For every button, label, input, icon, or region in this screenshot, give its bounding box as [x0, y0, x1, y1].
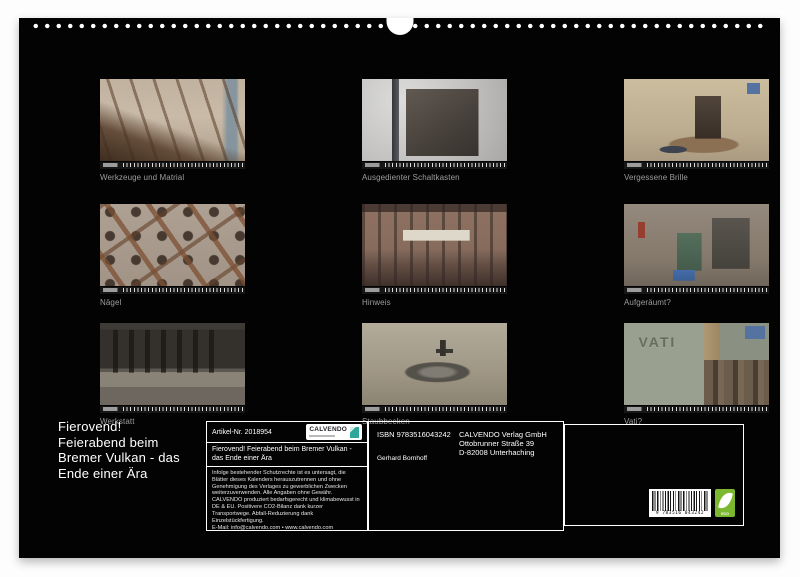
thumbnail-caption: Ausgedienter Schaltkasten: [362, 173, 460, 182]
photo-vati-wall: VATI: [624, 323, 769, 405]
photo-workshop-wall: [624, 204, 769, 286]
thumbnail-aufgeraeumt: Aufgeräumt?: [624, 204, 769, 307]
thumbnail-naegel: Nägel: [100, 204, 245, 307]
calendar-back-cover: Werkzeuge und Matrial Ausgedienter Schal…: [0, 0, 800, 577]
photo-workbench: [100, 323, 245, 405]
thumbnail-row-1: Werkzeuge und Matrial Ausgedienter Schal…: [60, 63, 800, 198]
date-strip: [624, 406, 769, 413]
thumbnail-werkstatt: Werkstatt: [100, 323, 245, 426]
publisher-line: D-82008 Unterhaching: [459, 448, 535, 457]
barcode-box: 9 783516 043242 ECO: [564, 424, 744, 526]
info-box-title: Fierovend! Feierabend beim Bremer Vulkan…: [207, 443, 367, 467]
title-line: Fierovend!: [58, 419, 122, 434]
calvendo-logo: CALVENDO: [306, 424, 362, 440]
thumbnail-schaltkasten: Ausgedienter Schaltkasten: [362, 79, 507, 182]
photo-switchbox: [362, 79, 507, 161]
scratched-wall-text: VATI: [638, 334, 677, 351]
legal-text: Infolge bestehender Schutzrechte ist es …: [212, 470, 360, 524]
thumbnail-brille: Vergessene Brille: [624, 79, 769, 182]
eco-print-logo: ECO: [715, 489, 735, 517]
date-strip: [100, 287, 245, 294]
thumbnail-caption: Aufgeräumt?: [624, 298, 671, 307]
barcode-bars: [652, 491, 708, 511]
date-strip: [362, 406, 507, 413]
photo-sink: [362, 323, 507, 405]
date-strip: [624, 287, 769, 294]
thumbnail-vati: VATI Vati?: [624, 323, 769, 426]
date-strip: [362, 287, 507, 294]
author-name: Gerhard Bornhoff: [377, 455, 428, 462]
photo-sign: [362, 204, 507, 286]
title-line: Ende einer Ära: [58, 465, 148, 481]
date-strip: [362, 162, 507, 169]
title-line: Bremer Vulkan - das: [58, 450, 180, 465]
publisher-address: CALVENDO Verlag GmbH Ottobrunner Straße …: [459, 430, 547, 457]
isbn-text: ISBN 9783516043242: [377, 430, 451, 439]
calendar-title: Fierovend! Feierabend beim Bremer Vulkan…: [58, 419, 180, 481]
date-strip: [100, 406, 245, 413]
hanger-notch: [386, 18, 413, 35]
date-strip: [100, 162, 245, 169]
publisher-line: Ottobrunner Straße 39: [459, 439, 535, 448]
thumbnail-caption: Werkzeuge und Matrial: [100, 173, 185, 182]
date-strip: [624, 162, 769, 169]
photo-tools-material: [100, 79, 245, 161]
calvendo-wordmark: CALVENDO: [309, 427, 347, 437]
publisher-line: CALVENDO Verlag GmbH: [459, 430, 547, 439]
thumbnail-werkzeuge: Werkzeuge und Matrial: [100, 79, 245, 182]
thumbnail-caption: Vergessene Brille: [624, 173, 688, 182]
title-line: Feierabend beim: [58, 434, 159, 450]
article-row: Artikel-Nr. 2018954 CALVENDO: [207, 422, 367, 443]
thumbnail-row-2: Nägel Hinweis Aufgeräumt? Arbeitsschutz: [60, 188, 800, 323]
photo-nails: [100, 204, 245, 286]
thumbnail-caption: Nägel: [100, 298, 122, 307]
thumbnail-hinweis: Hinweis: [362, 204, 507, 307]
calendar-sheet: Werkzeuge und Matrial Ausgedienter Schal…: [19, 18, 780, 558]
thumbnail-staubbecken: Staubbecken: [362, 323, 507, 426]
eco-label: ECO: [721, 512, 729, 516]
publishing-box: ISBN 9783516043242 Gerhard Bornhoff CALV…: [368, 421, 564, 531]
photo-goggles-can: [624, 79, 769, 161]
article-number: Artikel-Nr. 2018954: [212, 428, 272, 436]
product-info-box: Artikel-Nr. 2018954 CALVENDO Fierovend! …: [206, 421, 368, 531]
contact-line: E-Mail: info@calvendo.com • www.calvendo…: [212, 525, 334, 532]
calvendo-mark-icon: [350, 426, 359, 438]
thumbnail-caption: Hinweis: [362, 298, 391, 307]
logo-tagline-bar: [309, 434, 336, 437]
barcode-number: 9 783516 043242: [655, 511, 705, 516]
leaf-icon: [717, 490, 733, 511]
ean-barcode: 9 783516 043242: [649, 489, 711, 517]
barcode-group: 9 783516 043242 ECO: [649, 489, 735, 517]
